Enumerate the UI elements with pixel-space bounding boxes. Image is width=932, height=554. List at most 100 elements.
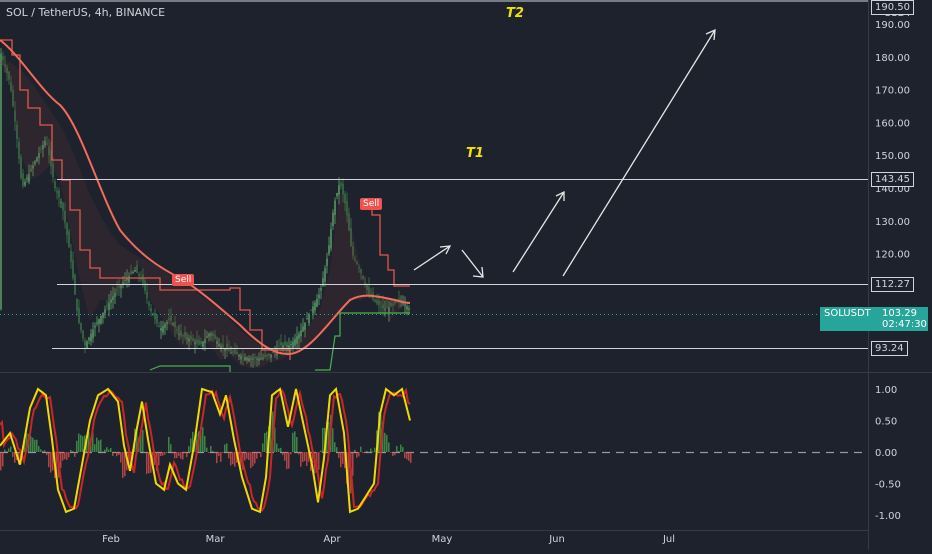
oscillator-bar — [106, 447, 108, 452]
candle-body — [76, 298, 78, 311]
oscillator-bar — [408, 452, 410, 461]
candle-body — [88, 337, 90, 341]
candle-body — [278, 346, 280, 348]
candle-body — [294, 338, 296, 346]
oscillator-bar — [370, 448, 372, 452]
oscillator-bar — [170, 444, 172, 452]
oscillator-bar — [172, 452, 174, 454]
candle-body — [82, 330, 84, 338]
candle-body — [284, 341, 286, 346]
oscillator-bar — [360, 446, 362, 452]
candle-body — [158, 325, 160, 328]
oscillator-bar — [296, 437, 298, 452]
oscillator-bar — [356, 452, 358, 458]
candle-body — [340, 182, 342, 186]
oscillator-bar — [222, 452, 224, 453]
oscillator-bar — [234, 452, 236, 467]
candle-body — [26, 177, 28, 180]
oscillator-bar — [332, 428, 334, 452]
candle-body — [146, 291, 148, 299]
candle-body — [92, 329, 94, 339]
oscillator-bar — [68, 452, 70, 458]
oscillator-bar — [284, 452, 286, 461]
candle-body — [154, 312, 156, 320]
oscillator-bar — [342, 452, 344, 464]
oscillator-bar — [38, 446, 40, 452]
candle-body — [160, 328, 162, 331]
oscillator-bar — [302, 452, 304, 463]
oscillator-bar — [188, 446, 190, 452]
candle-body — [314, 302, 316, 311]
oscillator-bar — [322, 427, 324, 452]
target-t2-label[interactable]: T2 — [506, 6, 524, 21]
price-tick-label: 160.00 — [875, 118, 910, 129]
oscillator-bar — [70, 449, 72, 452]
oscillator-bar — [278, 448, 280, 452]
oscillator-bar — [208, 452, 210, 454]
oscillator-bar — [298, 452, 300, 455]
oscillator-bar — [210, 445, 212, 452]
candle-body — [58, 190, 60, 198]
oscillator-tick-label: 0.00 — [875, 448, 897, 459]
candle-body — [98, 319, 100, 324]
oscillator-bar — [254, 452, 256, 464]
oscillator-bar — [214, 452, 216, 453]
oscillator-bar — [276, 443, 278, 452]
candle-body — [292, 341, 294, 349]
oscillator-bar — [218, 452, 220, 457]
time-tick-label: Mar — [206, 534, 226, 545]
current-price-tag: SOLUSDT 103.29 02:47:30 — [820, 307, 928, 331]
oscillator-bar — [258, 452, 260, 454]
time-tick-label: Jul — [662, 534, 675, 545]
candle-body — [332, 212, 334, 227]
candle-body — [68, 231, 70, 248]
time-tick-label: May — [432, 534, 453, 545]
oscillator-bar — [62, 452, 64, 461]
oscillator-bar — [406, 452, 408, 460]
oscillator-bar — [250, 452, 252, 469]
candle-body — [94, 325, 96, 328]
chart-area[interactable]: 190.00 180.00 170.00 160.00 150.00 140.00 130.… — [0, 0, 932, 550]
oscillator-bar — [358, 452, 360, 457]
price-pane[interactable] — [0, 0, 868, 372]
candle-body — [106, 305, 108, 307]
sell-signal-2[interactable]: Sell — [360, 198, 383, 210]
oscillator-axis[interactable]: 1.00 0.50 0.00 -0.50 -1.00 — [875, 385, 901, 522]
oscillator-bar — [354, 449, 356, 452]
oscillator-bar — [174, 452, 176, 459]
symbol-title[interactable]: SOL / TetherUS, 4h, BINANCE — [6, 6, 165, 19]
candle-body — [328, 245, 330, 254]
oscillator-bar — [168, 436, 170, 452]
oscillator-bar — [60, 452, 62, 469]
candle-body — [90, 333, 92, 342]
candle-body — [320, 288, 322, 291]
oscillator-bar — [386, 434, 388, 452]
oscillator-bar — [30, 436, 32, 452]
current-price: 103.29 — [882, 308, 917, 319]
oscillator-bar — [320, 450, 322, 452]
oscillator-bar — [212, 450, 214, 452]
sell-signal-1[interactable]: Sell — [172, 274, 195, 286]
oscillator-bar — [290, 452, 292, 455]
candle-body — [406, 306, 408, 310]
candle-body — [150, 308, 152, 312]
oscillator-bar — [100, 439, 102, 452]
time-axis[interactable]: Feb Mar Apr May Jun Jul — [102, 534, 675, 545]
target-t1-label[interactable]: T1 — [466, 146, 484, 161]
candle-body — [296, 336, 298, 344]
price-tag-top: 190.50 — [871, 0, 914, 15]
oscillator-bar — [46, 452, 48, 456]
chart-canvas[interactable]: 190.00180.00170.00160.00150.00140.00130.… — [0, 0, 932, 550]
candle-body — [322, 278, 324, 287]
oscillator-bar — [98, 440, 100, 452]
oscillator-bar — [252, 452, 254, 467]
oscillator-tick-label: 0.50 — [875, 417, 897, 428]
candle-body — [298, 333, 300, 339]
price-tick-label: 180.00 — [875, 53, 910, 64]
oscillator-bar — [80, 435, 82, 452]
oscillator-bar — [244, 452, 246, 461]
oscillator-bar — [12, 452, 14, 457]
oscillator-bar — [390, 452, 392, 453]
candle-body — [110, 299, 112, 303]
candle-body — [308, 314, 310, 324]
